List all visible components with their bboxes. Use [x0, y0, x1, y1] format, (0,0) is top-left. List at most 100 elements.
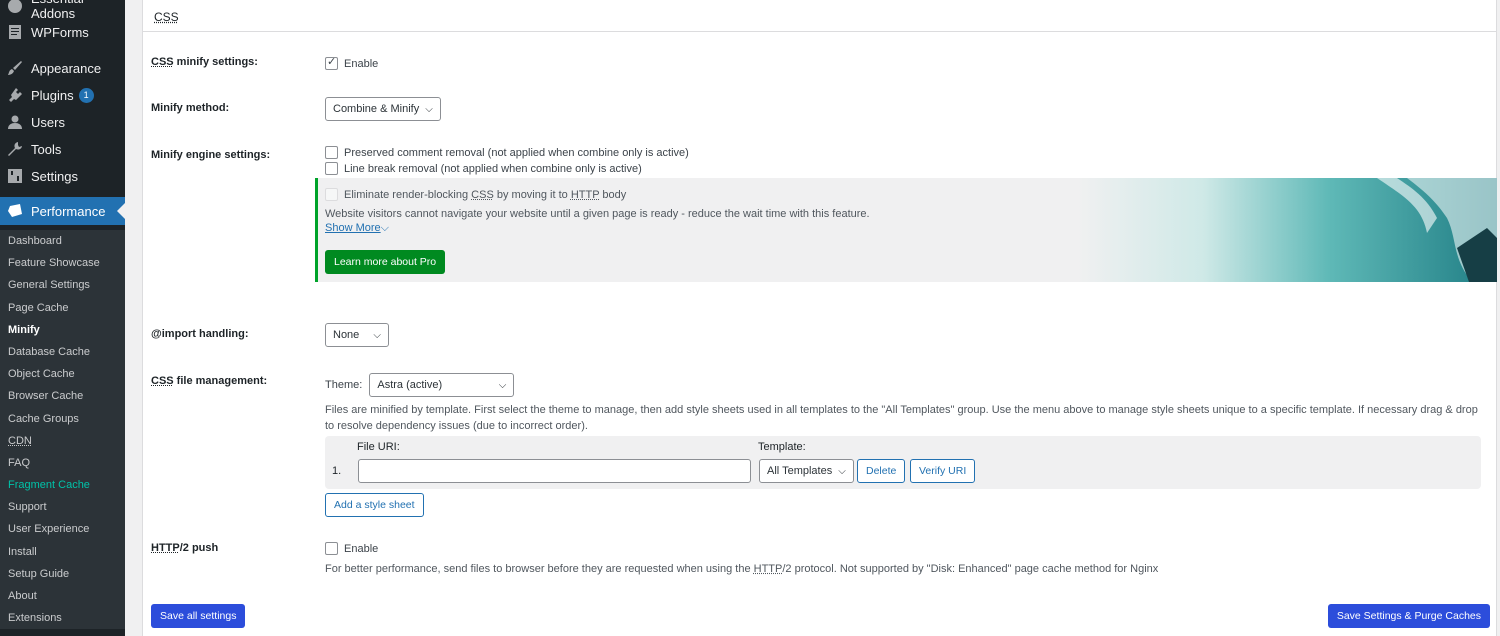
css-minify-enable[interactable]: Enable [325, 55, 379, 70]
panel-title: CSS [154, 10, 179, 24]
engine-opt2[interactable]: Line break removal (not applied when com… [325, 162, 642, 175]
learn-pro-wrap: Learn more about Pro [325, 250, 446, 274]
menu-label: Users [31, 114, 65, 130]
preserved-comment-checkbox[interactable] [325, 146, 338, 159]
template-header: Template: [758, 441, 806, 453]
submenu-extensions[interactable]: Extensions [0, 607, 125, 629]
menu-label: Plugins [31, 87, 74, 103]
save-all-settings-button[interactable]: Save all settings [151, 604, 246, 628]
plugin-icon [7, 87, 23, 103]
http2-enable[interactable]: Enable [325, 542, 378, 555]
line-break-label: Line break removal (not applied when com… [344, 163, 642, 175]
opt-text: by moving it to [493, 189, 571, 201]
admin-sidebar: Essential Addons WPForms Appearance Plug… [0, 0, 125, 636]
menu-wpforms[interactable]: WPForms [0, 19, 125, 45]
css-file-management-label: CSS file management: [151, 375, 267, 387]
submenu-cdn[interactable]: CDN [0, 430, 125, 452]
stylesheet-table: File URI: Template: 1. All Templates ⌵ De… [325, 436, 1481, 489]
user-icon [7, 114, 23, 130]
enable-checkbox[interactable] [325, 55, 338, 70]
engine-opt1[interactable]: Preserved comment removal (not applied w… [325, 146, 689, 159]
import-handling-select[interactable]: None ⌵ [325, 323, 389, 347]
wpforms-icon [7, 24, 23, 40]
line-break-checkbox[interactable] [325, 162, 338, 175]
enable-label: Enable [344, 543, 379, 555]
save-purge-caches-button[interactable]: Save Settings & Purge Caches [1327, 604, 1490, 628]
minify-method-select[interactable]: Combine & Minify ⌵ [325, 97, 441, 121]
render-blocking-option: Eliminate render-blocking CSS by moving … [325, 188, 626, 201]
enable-label: Enable [344, 58, 379, 70]
minify-method-label: Minify method: [151, 102, 230, 114]
performance-icon [7, 203, 23, 219]
render-blocking-checkbox [325, 188, 338, 201]
menu-appearance[interactable]: Appearance [0, 55, 125, 81]
submenu-support[interactable]: Support [0, 496, 125, 518]
submenu-database-cache[interactable]: Database Cache [0, 341, 125, 363]
add-style-sheet-button[interactable]: Add a style sheet [325, 493, 424, 517]
pro-description: Website visitors cannot navigate your we… [325, 208, 870, 220]
select-value: Astra (active) [377, 379, 443, 391]
verify-uri-button[interactable]: Verify URI [910, 459, 976, 483]
submenu-browser-cache[interactable]: Browser Cache [0, 385, 125, 407]
submenu-feature-showcase[interactable]: Feature Showcase [0, 252, 125, 274]
learn-more-pro-button[interactable]: Learn more about Pro [325, 250, 446, 274]
desc-text: /2 protocol. Not supported by "Disk: Enh… [782, 563, 1159, 575]
essential-addons-icon [7, 0, 23, 14]
menu-settings[interactable]: Settings [0, 163, 125, 189]
http2-push-label: HTTP/2 push [151, 542, 218, 554]
menu-label: Essential Addons [31, 0, 84, 21]
template-select[interactable]: All Templates ⌵ [759, 459, 854, 483]
submenu-general-settings[interactable]: General Settings [0, 274, 125, 296]
pro-feature-banner: Eliminate render-blocking CSS by moving … [315, 178, 1497, 282]
performance-submenu: Dashboard Feature Showcase General Setti… [0, 230, 125, 630]
chevron-down-icon: ⌵ [373, 329, 381, 341]
submenu-faq[interactable]: FAQ [0, 452, 125, 474]
css-settings-panel: CSS CSS minify settings: Enable Minify m… [142, 0, 1497, 636]
select-value: All Templates [767, 465, 833, 477]
panel-header: CSS [143, 0, 1496, 32]
submenu-minify[interactable]: Minify [0, 319, 125, 341]
delete-button[interactable]: Delete [857, 459, 906, 483]
import-handling-label: @import handling: [151, 328, 249, 340]
submenu-about[interactable]: About [0, 585, 125, 607]
http2-enable-checkbox[interactable] [325, 542, 338, 555]
minify-engine-label: Minify engine settings: [151, 149, 271, 161]
submenu-user-experience[interactable]: User Experience [0, 518, 125, 540]
menu-tools[interactable]: Tools [0, 136, 125, 162]
http-abbr: HTTP [151, 542, 180, 554]
wrench-icon [7, 141, 23, 157]
chevron-down-icon: ⌵ [425, 103, 433, 115]
label-text: /2 push [179, 542, 219, 554]
add-stylesheet-wrap: Add a style sheet [325, 493, 424, 517]
submenu-setup-guide[interactable]: Setup Guide [0, 563, 125, 585]
submenu-page-cache[interactable]: Page Cache [0, 297, 125, 319]
submenu-cache-groups[interactable]: Cache Groups [0, 408, 125, 430]
show-more-link[interactable]: Show More⌵ [325, 222, 389, 235]
theme-select[interactable]: Astra (active) ⌵ [369, 373, 515, 397]
import-handling-field: None ⌵ [325, 323, 389, 347]
file-uri-header: File URI: [357, 441, 400, 453]
css-abbr: CSS [151, 375, 174, 387]
opt-text: Eliminate render-blocking [344, 189, 472, 201]
menu-essential-addons[interactable]: Essential Addons [0, 0, 125, 21]
submenu-install[interactable]: Install [0, 541, 125, 563]
submenu-object-cache[interactable]: Object Cache [0, 363, 125, 385]
settings-icon [7, 168, 23, 184]
file-uri-input[interactable] [358, 459, 751, 483]
menu-performance[interactable]: Performance [0, 197, 125, 225]
preserved-comment-label: Preserved comment removal (not applied w… [344, 147, 689, 159]
update-count-badge: 1 [78, 87, 94, 103]
menu-label: Performance [31, 203, 106, 219]
menu-users[interactable]: Users [0, 109, 125, 135]
minify-method-field: Combine & Minify ⌵ [325, 97, 441, 121]
row-number: 1. [332, 465, 342, 477]
menu-plugins[interactable]: Plugins 1 [0, 82, 125, 108]
select-value: None [333, 329, 360, 341]
menu-label: Settings [31, 168, 78, 184]
css-abbr: CSS [151, 56, 174, 68]
submenu-fragment-cache[interactable]: Fragment Cache [0, 474, 125, 496]
desc-text: For better performance, send files to br… [325, 563, 754, 575]
paintbrush-icon [7, 60, 23, 76]
submenu-dashboard[interactable]: Dashboard [0, 230, 125, 252]
w3-banner-art [1077, 178, 1497, 282]
